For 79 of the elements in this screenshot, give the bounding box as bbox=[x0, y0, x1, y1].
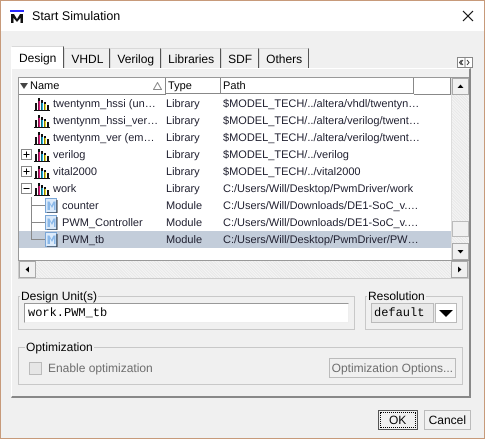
tree-row[interactable]: work Library C:/Users/Will/Desktop/PwmDriver/work bbox=[19, 180, 451, 197]
module-icon bbox=[45, 215, 59, 230]
table-cell: $MODEL_TECH/../verilog bbox=[223, 148, 349, 160]
tab-scroll-icon[interactable] bbox=[457, 57, 473, 68]
resolution-dropdown[interactable]: default bbox=[371, 303, 457, 323]
table-cell: Library bbox=[166, 182, 200, 194]
table-cell: $MODEL_TECH/../altera/verilog/twent… bbox=[223, 132, 420, 144]
table-cell: Module bbox=[166, 234, 202, 246]
table-cell: C:/Users/Will/Desktop/PwmDriver/PW… bbox=[223, 234, 419, 246]
app-logo-icon bbox=[10, 10, 24, 22]
column-header[interactable]: Type bbox=[166, 78, 221, 94]
close-icon[interactable] bbox=[462, 10, 474, 22]
scroll-right-icon[interactable] bbox=[451, 261, 468, 278]
tab[interactable]: Verilog bbox=[110, 48, 162, 68]
table-cell: C:/Users/Will/Downloads/DE1-SoC_v.… bbox=[223, 216, 418, 228]
horizontal-scrollbar[interactable] bbox=[18, 261, 469, 279]
column-header[interactable]: Name bbox=[19, 78, 166, 95]
ok-button[interactable]: OK bbox=[378, 410, 418, 430]
library-icon bbox=[34, 164, 50, 179]
table-cell: Library bbox=[166, 98, 200, 110]
library-icon bbox=[34, 130, 50, 145]
tree-row[interactable]: twentynm_hssi_ver… Library $MODEL_TECH/../altera/verilog/twent… bbox=[19, 112, 451, 129]
window-title: Start Simulation bbox=[32, 9, 122, 23]
tree-item-name: verilog bbox=[53, 148, 86, 160]
expander-icon[interactable] bbox=[21, 149, 32, 160]
table-cell: C:/Users/Will/Desktop/PwmDriver/work bbox=[223, 182, 414, 194]
library-icon bbox=[34, 113, 50, 128]
tree-row[interactable]: PWM_tb Module C:/Users/Will/Desktop/PwmDriver/PW… bbox=[19, 231, 451, 248]
library-icon bbox=[34, 181, 50, 196]
module-icon bbox=[45, 198, 59, 213]
scroll-down-icon[interactable] bbox=[452, 243, 469, 260]
tree-item-name: PWM_Controller bbox=[62, 216, 143, 228]
tree-row[interactable]: twentynm_ver (em… Library $MODEL_TECH/../altera/verilog/twent… bbox=[19, 129, 451, 146]
table-cell: $MODEL_TECH/../altera/verilog/twent… bbox=[223, 114, 420, 126]
table-cell: $MODEL_TECH/../altera/vhdl/twentyn… bbox=[223, 98, 420, 110]
group-label: Optimization bbox=[25, 340, 94, 354]
table-cell: Library bbox=[166, 132, 200, 144]
column-header[interactable]: Path bbox=[221, 78, 414, 94]
expander-icon[interactable] bbox=[21, 166, 32, 177]
table-cell: C:/Users/Will/Downloads/DE1-SoC_v.… bbox=[223, 200, 418, 212]
checkbox-label: Enable optimization bbox=[48, 361, 153, 375]
tab[interactable]: SDF bbox=[221, 48, 260, 68]
tree-item-name: counter bbox=[62, 200, 99, 212]
table-cell: Module bbox=[166, 216, 202, 228]
expander-icon[interactable] bbox=[21, 183, 32, 194]
tree-item-name: twentynm_hssi (un… bbox=[53, 98, 156, 110]
tree-item-name: vital2000 bbox=[53, 166, 98, 178]
cancel-button[interactable]: Cancel bbox=[424, 410, 471, 430]
tree-row[interactable]: twentynm_hssi (un… Library $MODEL_TECH/../altera/vhdl/twentyn… bbox=[19, 95, 451, 112]
tab[interactable]: Libraries bbox=[161, 48, 222, 68]
group-label: Resolution bbox=[367, 289, 426, 303]
library-icon bbox=[34, 96, 50, 111]
design-unit-field[interactable]: work.PWM_tb bbox=[24, 303, 349, 323]
tree-row[interactable]: verilog Library $MODEL_TECH/../verilog bbox=[19, 146, 451, 163]
sort-icon bbox=[153, 82, 162, 90]
table-cell: $MODEL_TECH/../vital2000 bbox=[223, 166, 361, 178]
tab[interactable]: Design bbox=[11, 46, 64, 68]
scroll-left-icon[interactable] bbox=[19, 261, 36, 278]
tree-item-name: work bbox=[53, 182, 76, 194]
scroll-up-icon[interactable] bbox=[452, 78, 469, 95]
tree-item-name: twentynm_hssi_ver… bbox=[53, 114, 158, 126]
table-cell: Library bbox=[166, 166, 200, 178]
table-cell: Library bbox=[166, 148, 200, 160]
tree-item-name: twentynm_ver (em… bbox=[53, 132, 154, 144]
module-icon bbox=[45, 232, 59, 247]
tree-item-name: PWM_tb bbox=[62, 234, 104, 246]
tab[interactable]: Others bbox=[259, 48, 310, 68]
group-label: Design Unit(s) bbox=[20, 289, 98, 303]
table-cell: Library bbox=[166, 114, 200, 126]
dropdown-icon[interactable] bbox=[20, 82, 28, 90]
tree-row[interactable]: vital2000 Library $MODEL_TECH/../vital2000 bbox=[19, 163, 451, 180]
column-label: Name bbox=[30, 79, 60, 94]
table-cell: Module bbox=[166, 200, 202, 212]
library-icon bbox=[34, 147, 50, 162]
tree-line bbox=[31, 197, 45, 214]
tree-row[interactable]: counter Module C:/Users/Will/Downloads/DE1-SoC_v.… bbox=[19, 197, 451, 214]
vertical-scrollbar[interactable] bbox=[451, 78, 469, 260]
tab[interactable]: VHDL bbox=[64, 48, 110, 68]
scroll-thumb[interactable] bbox=[452, 221, 469, 237]
